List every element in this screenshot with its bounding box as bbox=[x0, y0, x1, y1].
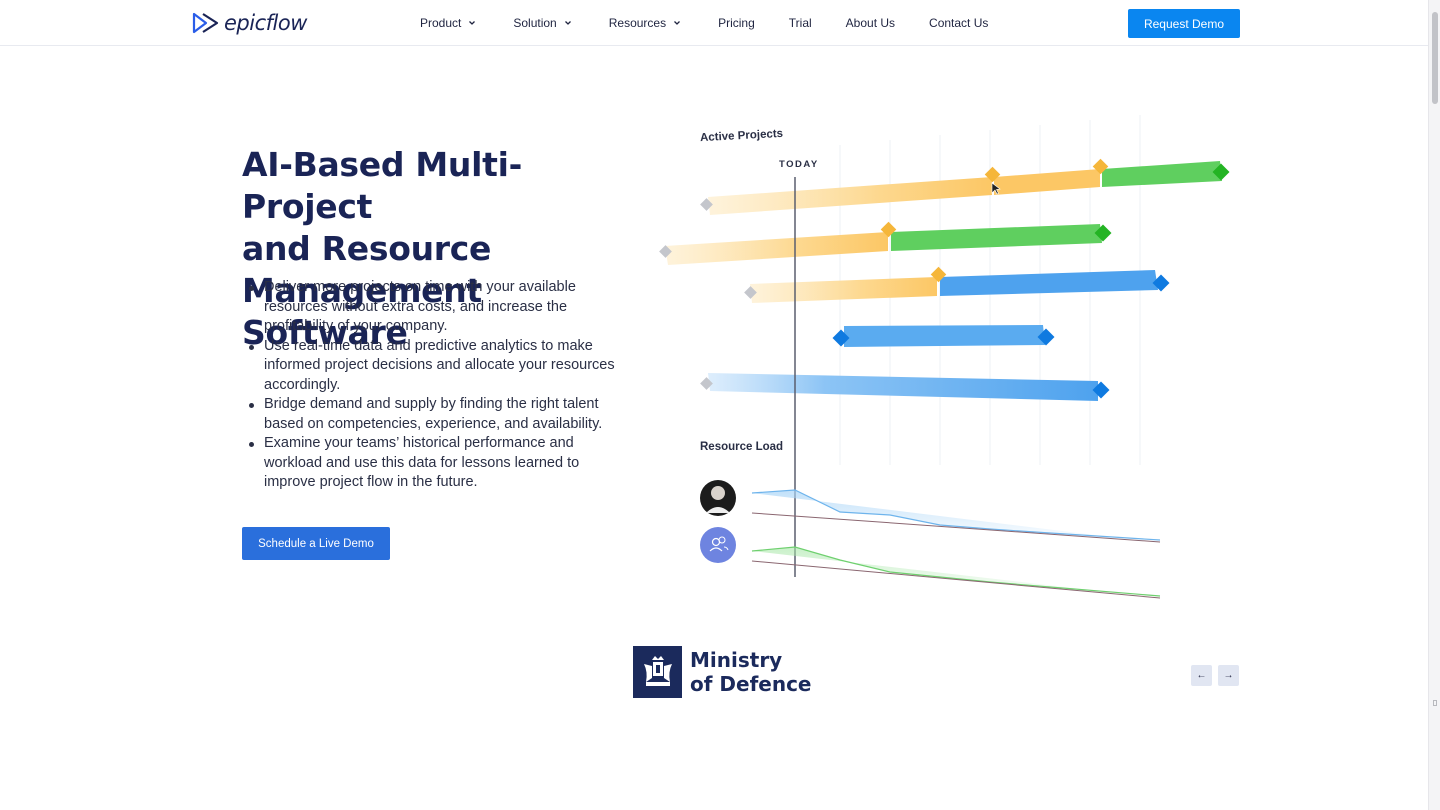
client-name: Ministry of Defence bbox=[690, 648, 812, 696]
resource-capacity-line bbox=[751, 560, 1161, 599]
arrow-left-icon: ← bbox=[1196, 670, 1207, 681]
hero-bullet: Deliver more projects on time with your … bbox=[249, 278, 630, 337]
resource-load-label: Resource Load bbox=[700, 441, 784, 453]
play-arrows-icon bbox=[192, 12, 219, 34]
nav-trial-label: Trial bbox=[788, 16, 812, 30]
resource-load-area-blue bbox=[752, 490, 1160, 543]
avatar-team bbox=[700, 527, 736, 563]
nav-resources[interactable]: Resources bbox=[609, 16, 682, 30]
today-label: TODAY bbox=[779, 159, 819, 170]
hero-bullet-list: Deliver more projects on time with your … bbox=[249, 278, 630, 493]
resource-load-area-green bbox=[752, 547, 1160, 598]
hero-title-line-1: AI-Based Multi-Project bbox=[242, 145, 522, 226]
nav-contact-us[interactable]: Contact Us bbox=[929, 16, 988, 30]
page-scrollbar[interactable] bbox=[1428, 0, 1440, 810]
chevron-down-icon bbox=[674, 21, 681, 25]
nav-pricing[interactable]: Pricing bbox=[718, 16, 755, 30]
project-bar-orange bbox=[708, 177, 992, 215]
client-logo-ministry-of-defence: Ministry of Defence bbox=[633, 646, 812, 698]
schedule-live-demo-button[interactable]: Schedule a Live Demo bbox=[242, 527, 390, 560]
carousel-prev-button[interactable]: ← bbox=[1191, 665, 1212, 686]
arrow-right-icon: → bbox=[1223, 670, 1234, 681]
nav-contact-us-label: Contact Us bbox=[929, 16, 989, 30]
nav-solution[interactable]: Solution bbox=[513, 16, 572, 30]
logo-wordmark: epicflow bbox=[224, 11, 307, 35]
coat-of-arms-icon bbox=[633, 646, 682, 698]
gantt-illustration bbox=[659, 115, 1230, 599]
nav-pricing-label: Pricing bbox=[718, 16, 755, 30]
resource-load-line-blue bbox=[751, 489, 1161, 541]
hero-bullet: Use real-time data and predictive analyt… bbox=[249, 337, 630, 396]
nav-resources-label: Resources bbox=[608, 16, 667, 30]
carousel-next-button[interactable]: → bbox=[1218, 665, 1239, 686]
hero-title-line-2: and Resource bbox=[242, 229, 492, 268]
nav-trial[interactable]: Trial bbox=[789, 16, 812, 30]
scrollbar-thumb[interactable] bbox=[1432, 12, 1438, 104]
scrollbar-marker bbox=[1433, 700, 1437, 706]
nav-product[interactable]: Product bbox=[420, 16, 477, 30]
site-header: epicflow Product Solution Resources Pric… bbox=[0, 0, 1428, 46]
client-name-line-1: Ministry bbox=[690, 648, 783, 672]
nav-product-label: Product bbox=[420, 16, 462, 30]
nav-about-us[interactable]: About Us bbox=[846, 16, 895, 30]
project-bar-orange bbox=[665, 232, 888, 265]
epicflow-logo[interactable]: epicflow bbox=[192, 10, 307, 36]
main-nav: Product Solution Resources Pricing Trial… bbox=[420, 0, 988, 46]
product-illustration: Active Projects TODAY Resource Load bbox=[650, 85, 1250, 615]
client-name-line-2: of Defence bbox=[690, 672, 812, 696]
avatar-person bbox=[700, 480, 736, 516]
nav-solution-label: Solution bbox=[513, 16, 557, 30]
request-demo-button[interactable]: Request Demo bbox=[1128, 9, 1240, 38]
nav-about-us-label: About Us bbox=[845, 16, 896, 30]
project-bar-green bbox=[891, 224, 1102, 251]
resource-capacity-line bbox=[751, 512, 1161, 543]
project-bar-blue bbox=[844, 325, 1045, 347]
chevron-down-icon bbox=[469, 21, 476, 25]
hero-bullet: Bridge demand and supply by finding the … bbox=[249, 395, 630, 434]
hero-bullet: Examine your teams’ historical performan… bbox=[249, 434, 630, 493]
project-bar-blue bbox=[940, 270, 1158, 296]
project-bar-orange bbox=[994, 169, 1100, 195]
project-bar-orange bbox=[750, 277, 937, 303]
project-bar-green bbox=[1102, 161, 1222, 187]
chevron-down-icon bbox=[564, 21, 571, 25]
